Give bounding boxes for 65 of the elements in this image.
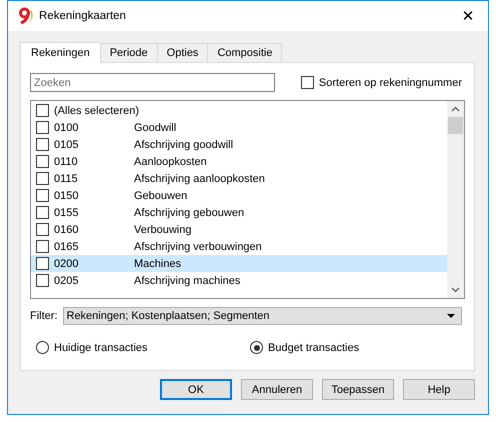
scroll-up-icon[interactable] [451,106,460,112]
filter-label: Filter: [30,310,58,322]
checkbox[interactable] [36,223,49,236]
account-row[interactable]: 0155 Afschrijving gebouwen [31,204,447,221]
account-code: 0150 [54,190,80,202]
filter-dropdown[interactable]: Rekeningen; Kostenplaatsen; Segmenten [62,307,462,325]
account-name: Afschrijving verbouwingen [134,240,262,252]
window-title: Rekeningkaarten [39,10,127,22]
account-row[interactable]: 0115 Afschrijving aanloopkosten [31,170,447,187]
radio-label: Huidige transacties [54,342,148,354]
account-code: 0205 [54,274,80,286]
dialog-button[interactable]: Toepassen [322,379,394,400]
account-code: 0110 [54,156,79,168]
account-name: Afschrijving machines [134,274,240,286]
checkbox[interactable] [36,121,49,134]
account-row[interactable]: 0105 Afschrijving goodwill [31,136,447,153]
account-row[interactable]: 0165 Afschrijving verbouwingen [31,238,447,255]
account-code: 0100 [54,122,80,134]
dialog-button[interactable]: OK [160,379,232,400]
account-row[interactable]: 0160 Verbouwing [31,221,447,238]
checkbox[interactable] [300,76,314,89]
account-code: 0155 [54,206,80,218]
dialog-button[interactable]: Annuleren [241,379,313,400]
account-name: Afschrijving gebouwen [134,206,244,218]
select-all-label[interactable]: (Alles selecteren) [54,104,139,116]
account-row[interactable]: 0200 Machines [31,255,447,272]
scrollbar[interactable] [447,101,464,298]
account-code: 0160 [54,224,80,236]
account-code: 0165 [54,240,80,252]
account-name: Aanloopkosten [134,156,207,168]
tab[interactable]: Rekeningen [20,42,101,63]
account-name: Afschrijving aanloopkosten [134,172,265,184]
checkbox[interactable] [36,240,49,253]
dropdown-arrow-icon [446,314,454,318]
app-logo-icon [17,7,35,25]
radio-label: Budget transacties [268,342,360,354]
radio-button[interactable] [36,341,49,354]
account-row[interactable]: 0100 Goodwill [31,119,447,136]
search-field[interactable]: Zoeken [30,73,275,92]
scrollbar-thumb[interactable] [448,117,463,134]
checkbox[interactable] [36,172,49,185]
tab[interactable]: Compositie [207,43,282,62]
account-row[interactable]: 0205 Afschrijving machines [31,272,447,289]
checkbox[interactable] [36,155,49,168]
checkbox[interactable] [36,274,49,287]
account-name: Gebouwen [134,190,188,202]
checkbox-label: Sorteren op rekeningnummer [318,76,462,88]
account-code: 0200 [54,258,80,270]
dialog-button[interactable]: Help [403,379,475,400]
checkbox[interactable] [36,189,49,202]
account-code: 0105 [54,138,80,150]
account-name: Machines [134,258,182,270]
account-row[interactable]: 0150 Gebouwen [31,187,447,204]
checkbox[interactable] [36,104,49,117]
account-name: Verbouwing [134,224,192,236]
scroll-down-icon[interactable] [451,287,460,293]
close-button[interactable]: ✕ [448,1,488,31]
checkbox[interactable] [36,257,49,270]
checkbox[interactable] [36,206,49,219]
account-code: 0115 [54,172,79,184]
account-row[interactable]: 0110 Aanloopkosten [31,153,447,170]
checkbox[interactable] [36,138,49,151]
radio-button[interactable] [250,341,263,354]
account-name: Goodwill [134,122,176,134]
account-name: Afschrijving goodwill [134,138,234,150]
